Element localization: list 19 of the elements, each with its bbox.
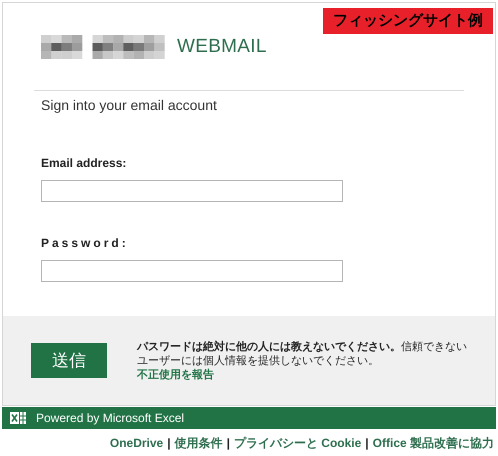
submit-button[interactable]: 送信 bbox=[31, 343, 107, 378]
warning-text: パスワードは絶対に他の人には教えないでください。信頼できないユーザーには個人情報を提供しないでください。 bbox=[137, 340, 468, 368]
footer-link[interactable]: 使用条件 bbox=[174, 434, 223, 452]
email-field[interactable] bbox=[41, 180, 343, 202]
separator: | bbox=[226, 435, 230, 452]
field-label: Password: bbox=[41, 234, 130, 252]
separator: | bbox=[365, 435, 369, 452]
separator: | bbox=[167, 435, 171, 452]
powered-by-text: Powered by Microsoft Excel bbox=[36, 410, 184, 427]
subtitle: Sign into your email account bbox=[40, 96, 218, 115]
field-label: Email address: bbox=[41, 154, 128, 172]
password-field[interactable] bbox=[41, 260, 343, 282]
spreadsheet-icon bbox=[10, 411, 26, 425]
footer-link[interactable]: Office 製品改善に協力 bbox=[372, 434, 494, 452]
footer-link[interactable]: プライバシーと Cookie bbox=[234, 434, 362, 452]
badge: フィッシングサイト例 bbox=[323, 8, 493, 34]
report-link[interactable]: 不正使用を報告 bbox=[137, 368, 214, 382]
site-title: WEBMAIL bbox=[177, 35, 267, 59]
footer-link[interactable]: OneDrive bbox=[110, 434, 164, 452]
